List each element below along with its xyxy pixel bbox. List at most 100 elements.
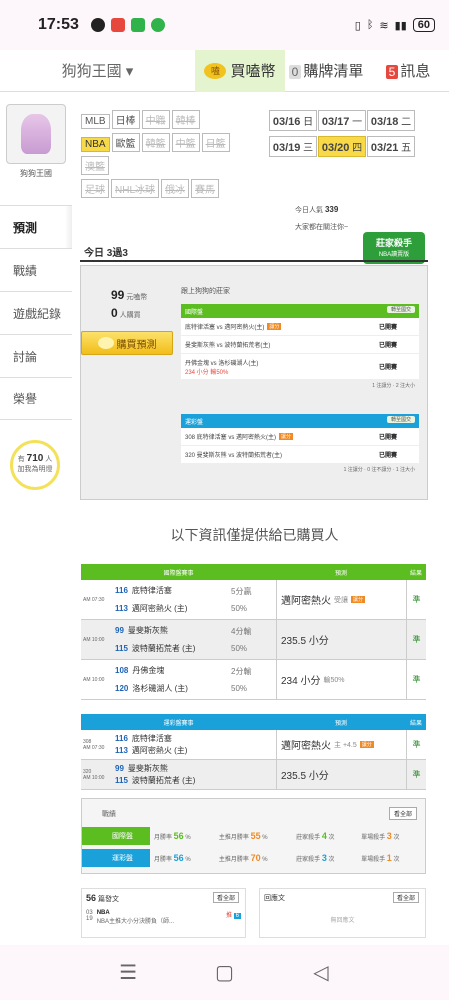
sport-kbo: 韓棒 — [171, 110, 200, 129]
intl-game-row: AM 07:30 116 底特律活塞 113 邁阿密熱火 (主) 5分贏 50% 邁阿密… — [81, 580, 426, 620]
sidebar-item-discussion[interactable]: 討論 — [0, 334, 72, 377]
spread-tag: 讓分 — [279, 433, 294, 440]
sidebar-item-honor[interactable]: 榮譽 — [0, 377, 72, 420]
replies-empty: 無回應文 — [330, 918, 355, 924]
bluetooth-icon: ᛒ — [366, 19, 374, 31]
sport-kr-basketball: 韓籃 — [141, 133, 170, 152]
buy-coins-label: 買嗑幣 — [230, 63, 276, 80]
tw-switch-button[interactable]: 轉至國交 — [386, 416, 415, 423]
intl-extra: 234 小分 輸50% — [185, 369, 229, 376]
menu-icon[interactable]: ☰ — [116, 961, 140, 985]
cart-link[interactable]: 0 購牌清單 — [285, 60, 367, 81]
buy-prediction-label: 購買預測 — [116, 339, 157, 351]
date-0316[interactable]: 03/16 日 — [269, 110, 317, 131]
back-icon[interactable]: ◁ — [309, 961, 333, 985]
record-view-all[interactable]: 看全部 — [388, 807, 417, 820]
price-unit: 元嗑幣 — [126, 294, 148, 301]
replies-box: 回應文 看全部 無回應文 — [259, 888, 426, 938]
sidebar: 狗狗王國 預測 戰績 遊戲紀錄 討論 榮譽 有 710 人 加我為明燈 — [0, 100, 72, 945]
avatar[interactable] — [6, 104, 66, 164]
buyers-stat: 0 人購買 — [111, 306, 141, 320]
post-item[interactable]: 03 19 NBA NBA主推大小分決勝負（師... 推 6 — [86, 910, 241, 925]
record-title: 戰績 — [102, 811, 116, 818]
cart-label: 購牌清單 — [303, 63, 364, 80]
sport-ru-hockey: 俄冰 — [161, 179, 190, 198]
popularity-label: 今日人氣 — [295, 207, 323, 214]
sport-cpbl: 中職 — [141, 110, 170, 129]
date-0319[interactable]: 03/19 三 — [269, 136, 317, 157]
sport-row-4: 足球 NHL冰球 俄冰 賽馬 — [81, 179, 261, 202]
date-0318[interactable]: 03/18 二 — [367, 110, 415, 131]
tw-games-table: 運彩盤賽事 預測 結果 308 AM 07:30 116 底特律活塞 113 邁阿密熱火… — [81, 714, 426, 790]
intl-line-row: 丹佛金塊 vs 洛杉磯湖人(主) 234 小分 輸50% 已開賽 — [181, 354, 419, 380]
today-header: 今日 3過3 — [80, 240, 428, 262]
sport-mlb[interactable]: MLB — [81, 114, 110, 129]
intl-lines-footer: 1 注讓分 · 2 注大小 — [181, 380, 419, 391]
sport-horse-racing: 賽馬 — [191, 179, 220, 198]
coin-icon: 嗑 — [204, 62, 227, 79]
price-value: 99 — [111, 288, 125, 302]
posts-box: 56 篇發文 看全部 03 19 NBA NBA主推大小分決勝負（師... 推 6 — [81, 888, 246, 938]
popularity-value: 339 — [324, 205, 339, 214]
date-selector: 03/16 日 03/17 一 03/18 二 03/19 三 03/20 四 03/2… — [269, 110, 429, 162]
tw-lines-header: 運彩盤 轉至國交 — [181, 414, 419, 428]
sport-nhl: NHL冰球 — [111, 179, 160, 198]
sport-cn-basketball: 中籃 — [171, 133, 200, 152]
sport-jp-baseball[interactable]: 日棒 — [111, 110, 140, 129]
spread-tag: 讓分 — [267, 323, 282, 330]
sport-row-1: MLB 日棒 中職 韓棒 — [81, 110, 261, 133]
chat-icon — [90, 18, 105, 32]
main-content: MLB 日棒 中職 韓棒 NBA 歐籃 韓籃 中籃 日籃 澳籃 足球 NHL冰球 俄冰 賽馬 03/… — [73, 100, 436, 945]
messages-label: 訊息 — [400, 63, 431, 80]
system-nav-bar: ☰ ▢ ◁ — [0, 945, 449, 1000]
replies-label: 回應文 — [264, 895, 285, 902]
purchase-panel: 99 元嗑幣 0 人購買 購買預測 跟上狗狗的莊家 國際盤 轉至國交 底特律活塞… — [80, 265, 428, 500]
posts-label: 篇發文 — [97, 896, 119, 903]
posts-view-all[interactable]: 看全部 — [212, 892, 239, 903]
home-icon[interactable]: ▢ — [212, 961, 236, 985]
intl-switch-button[interactable]: 轉至國交 — [386, 306, 415, 313]
followers-pre: 有 — [17, 456, 25, 463]
buyers-value: 0 — [111, 306, 118, 320]
follower-count: 710 — [26, 453, 44, 464]
intl-games-header: 國際盤賽事 預測 結果 — [81, 564, 426, 580]
sos-icon — [110, 18, 125, 32]
intl-lines-header: 國際盤 轉至國交 — [181, 304, 419, 318]
popularity-sub: 大家都在關注你~ — [295, 224, 349, 231]
buy-coins-button[interactable]: 嗑 買嗑幣 — [195, 49, 285, 92]
tw-line-row: 320 曼斐斯灰熊 vs 波特蘭拓荒者(主) 已開賽 — [181, 446, 419, 464]
intl-line-row: 曼斐斯灰熊 vs 波特蘭拓荒者(主) 已開賽 — [181, 336, 419, 354]
date-0320[interactable]: 03/20 四 — [318, 136, 366, 157]
date-0321[interactable]: 03/21 五 — [367, 136, 415, 157]
tw-game-row: 320 AM 10:00 99 曼斐斯灰熊 115 波特蘭拓荒者 (主) 235.5 小… — [81, 760, 426, 790]
buyers-unit: 人購買 — [119, 312, 141, 319]
wifi-icon: ≋ — [379, 19, 389, 32]
site-dropdown[interactable]: 狗狗王國 ▾ — [0, 60, 195, 81]
buyers-only-notice: 以下資訊僅提供給已購買人 — [170, 527, 339, 543]
sport-jp-basketball: 日籃 — [201, 133, 230, 152]
user-name: 狗狗王國 — [20, 169, 52, 178]
tw-line-row: 308 底特律活塞 vs 邁阿密熱火(主) 讓分 已開賽 — [181, 428, 419, 446]
refresh-icon — [150, 18, 165, 32]
sport-nba[interactable]: NBA — [81, 137, 110, 152]
intl-lines-table: 國際盤 轉至國交 底特律活塞 vs 邁阿密熱火(主) 讓分 已開賽 曼斐斯灰熊 vs… — [181, 304, 419, 391]
messages-link[interactable]: 5 訊息 — [367, 60, 449, 81]
posts-count: 56 — [86, 893, 97, 903]
sidebar-item-predict[interactable]: 預測 — [0, 205, 72, 248]
date-0317[interactable]: 03/17 一 — [318, 110, 366, 131]
tw-lines-table: 運彩盤 轉至國交 308 底特律活塞 vs 邁阿密熱火(主) 讓分 已開賽 320 … — [181, 414, 419, 475]
avatar-image — [21, 114, 51, 154]
sidebar-item-game-history[interactable]: 遊戲紀錄 — [0, 291, 72, 334]
app-icon — [130, 18, 145, 32]
follower-lightbulb[interactable]: 有 710 人 加我為明燈 — [10, 440, 60, 490]
top-nav: 狗狗王國 ▾ 嗑 買嗑幣 0 購牌清單 5 訊息 — [0, 49, 449, 92]
cart-count: 0 — [288, 65, 302, 79]
status-time: 17:53 — [38, 16, 79, 33]
sport-soccer: 足球 — [81, 179, 109, 198]
sport-euro-basketball[interactable]: 歐籃 — [111, 133, 140, 152]
replies-view-all[interactable]: 看全部 — [392, 892, 419, 903]
sport-row-3: 澳籃 — [81, 156, 261, 179]
buy-prediction-button[interactable]: 購買預測 — [81, 331, 173, 355]
sidebar-item-record[interactable]: 戰績 — [0, 248, 72, 291]
signal-icon: ▮▮ — [394, 19, 407, 32]
